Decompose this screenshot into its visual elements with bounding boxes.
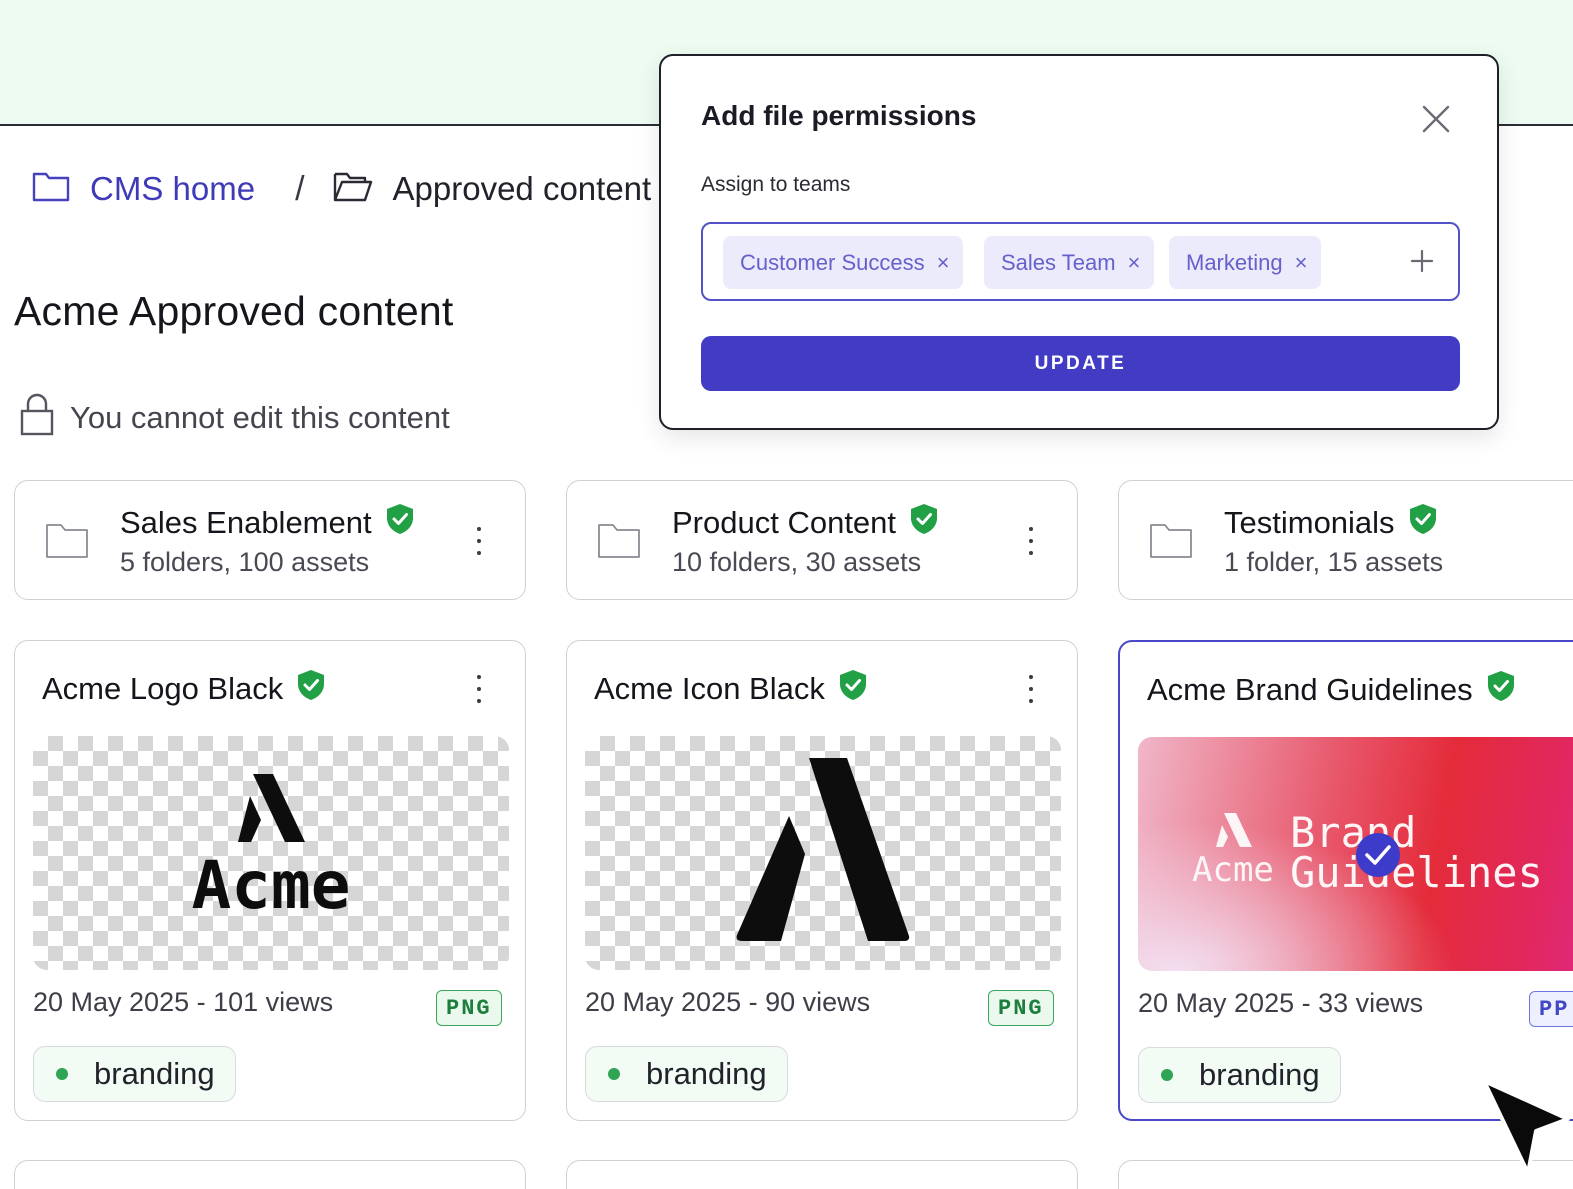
- thumb-heading-line2: Guidelines: [1290, 848, 1543, 897]
- page-title: Acme Approved content: [14, 288, 454, 334]
- read-only-notice: You cannot edit this content: [20, 392, 450, 444]
- asset-meta: 20 May 2025 - 101 views: [33, 987, 334, 1017]
- acme-icon-mark: [736, 758, 910, 941]
- folder-name: Testimonials: [1224, 503, 1437, 543]
- plus-icon[interactable]: [1407, 246, 1437, 276]
- tag-dot: [608, 1068, 620, 1080]
- team-chip-label: Customer Success: [740, 249, 925, 275]
- folder-card[interactable]: Testimonials 1 folder, 15 assets: [1118, 480, 1573, 600]
- more-vertical-icon[interactable]: [469, 523, 489, 559]
- update-button[interactable]: UPDATE: [701, 336, 1460, 391]
- asset-title: Acme Brand Guidelines: [1147, 670, 1515, 710]
- team-chip-label: Marketing: [1186, 249, 1283, 275]
- file-permissions-dialog: Add file permissions Assign to teams Cus…: [659, 54, 1499, 430]
- tag-label: branding: [94, 1056, 215, 1091]
- file-format-badge: PNG: [988, 990, 1054, 1026]
- tag-chip[interactable]: branding: [585, 1046, 788, 1102]
- acme-wordmark: Acme: [1192, 850, 1274, 890]
- folder-name: Sales Enablement: [120, 503, 414, 543]
- acme-wordmark: Acme: [192, 847, 351, 924]
- folder-meta: 10 folders, 30 assets: [672, 547, 922, 577]
- tag-dot: [1161, 1069, 1173, 1081]
- team-chip[interactable]: Marketing ×: [1169, 236, 1322, 289]
- team-chip[interactable]: Sales Team ×: [984, 236, 1155, 289]
- lock-icon: [20, 392, 54, 444]
- folder-name: Product Content: [672, 503, 938, 543]
- team-chip[interactable]: Customer Success ×: [723, 236, 964, 289]
- folder-icon: [45, 521, 89, 564]
- file-format-badge: PNG: [436, 990, 502, 1026]
- folder-icon: [1149, 521, 1193, 564]
- folder-icon: [597, 521, 641, 564]
- folder-icon: [32, 168, 70, 210]
- folder-card[interactable]: Sales Enablement 5 folders, 100 assets: [14, 480, 526, 600]
- assign-teams-label: Assign to teams: [701, 173, 851, 196]
- more-vertical-icon[interactable]: [1021, 523, 1041, 559]
- close-icon[interactable]: [1421, 104, 1451, 134]
- asset-thumbnail: [585, 736, 1061, 970]
- breadcrumb-home-link[interactable]: CMS home: [90, 170, 255, 208]
- tag-chip[interactable]: branding: [33, 1046, 236, 1102]
- verified-shield-icon: [386, 503, 414, 543]
- verified-shield-icon: [1409, 503, 1437, 543]
- breadcrumb-separator: /: [295, 169, 305, 208]
- folder-meta: 1 folder, 15 assets: [1224, 547, 1444, 577]
- asset-title: Acme Logo Black: [42, 669, 325, 709]
- asset-card[interactable]: [566, 1160, 1078, 1189]
- remove-chip-icon[interactable]: ×: [937, 250, 950, 276]
- acme-logo-mark: [1216, 813, 1252, 847]
- verified-shield-icon: [297, 669, 325, 709]
- read-only-text: You cannot edit this content: [70, 400, 450, 435]
- mouse-pointer-icon: [1478, 1075, 1573, 1185]
- remove-chip-icon[interactable]: ×: [1295, 250, 1308, 276]
- selected-check-icon[interactable]: [1356, 833, 1400, 877]
- folder-meta: 5 folders, 100 assets: [120, 547, 370, 577]
- verified-shield-icon: [839, 669, 867, 709]
- dialog-title: Add file permissions: [701, 100, 977, 131]
- verified-shield-icon: [910, 503, 938, 543]
- tag-label: branding: [646, 1056, 767, 1091]
- teams-input[interactable]: Customer Success × Sales Team × Marketin…: [701, 222, 1460, 301]
- asset-card[interactable]: Acme Logo Black Acme 20 May 2025 - 101 v…: [14, 640, 526, 1121]
- file-format-badge: PP: [1529, 991, 1573, 1027]
- asset-thumbnail: Acme: [33, 736, 509, 970]
- breadcrumb-current: Approved content: [392, 170, 652, 207]
- more-vertical-icon[interactable]: [469, 671, 489, 707]
- asset-meta: 20 May 2025 - 90 views: [585, 987, 871, 1017]
- asset-card-selected[interactable]: Acme Brand Guidelines Acme Brand Guideli…: [1118, 640, 1573, 1121]
- remove-chip-icon[interactable]: ×: [1128, 250, 1141, 276]
- tag-label: branding: [1199, 1057, 1320, 1092]
- asset-thumbnail: Acme Brand Guidelines: [1138, 737, 1573, 971]
- breadcrumb: CMS home / Approved content: [32, 166, 651, 212]
- acme-logo-mark: [238, 774, 305, 842]
- asset-title: Acme Icon Black: [594, 669, 867, 709]
- asset-card[interactable]: Acme Icon Black 20 May 2025 - 90 views P…: [566, 640, 1078, 1121]
- asset-meta: 20 May 2025 - 33 views: [1138, 988, 1424, 1018]
- team-chip-label: Sales Team: [1001, 249, 1116, 275]
- folder-card[interactable]: Product Content 10 folders, 30 assets: [566, 480, 1078, 600]
- tag-dot: [56, 1068, 68, 1080]
- verified-shield-icon: [1487, 670, 1515, 710]
- asset-card[interactable]: [14, 1160, 526, 1189]
- tag-chip[interactable]: branding: [1138, 1047, 1341, 1103]
- more-vertical-icon[interactable]: [1021, 671, 1041, 707]
- folder-open-icon: [333, 168, 373, 210]
